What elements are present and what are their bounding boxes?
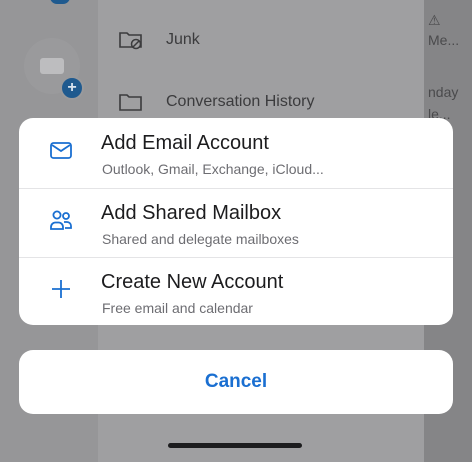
folder-item-conversation-history[interactable]: Conversation History (118, 88, 315, 116)
folder-icon (119, 94, 142, 111)
mail-icon (40, 58, 64, 74)
junk-folder-icon (119, 32, 142, 50)
envelope-icon (50, 142, 72, 159)
people-icon (50, 210, 72, 230)
folder-label: Conversation History (166, 93, 315, 110)
cancel-button[interactable]: Cancel (19, 350, 453, 414)
add-shared-mailbox-option[interactable]: Add Shared Mailbox Shared and delegate m… (19, 188, 453, 257)
folder-label: Junk (166, 31, 200, 48)
option-title: Add Email Account (101, 132, 269, 154)
plus-icon (52, 280, 70, 298)
mail-snippet: ⚠ (428, 12, 441, 28)
option-title: Add Shared Mailbox (101, 202, 282, 224)
option-subtitle: Free email and calendar (102, 300, 253, 316)
option-title: Create New Account (101, 271, 284, 293)
add-account-action-sheet: Add Email Account Outlook, Gmail, Exchan… (19, 118, 453, 325)
folder-item-junk[interactable]: Junk (118, 26, 200, 54)
create-new-account-option[interactable]: Create New Account Free email and calend… (19, 257, 453, 325)
add-badge-icon: + (60, 76, 84, 100)
mail-snippet: Me... (428, 32, 460, 48)
mail-snippet: nday (428, 84, 459, 100)
home-indicator[interactable] (168, 443, 302, 448)
add-email-account-option[interactable]: Add Email Account Outlook, Gmail, Exchan… (19, 118, 453, 187)
option-subtitle: Outlook, Gmail, Exchange, iCloud... (102, 161, 324, 177)
add-account-avatar[interactable]: + (24, 38, 84, 100)
option-subtitle: Shared and delegate mailboxes (102, 231, 299, 247)
